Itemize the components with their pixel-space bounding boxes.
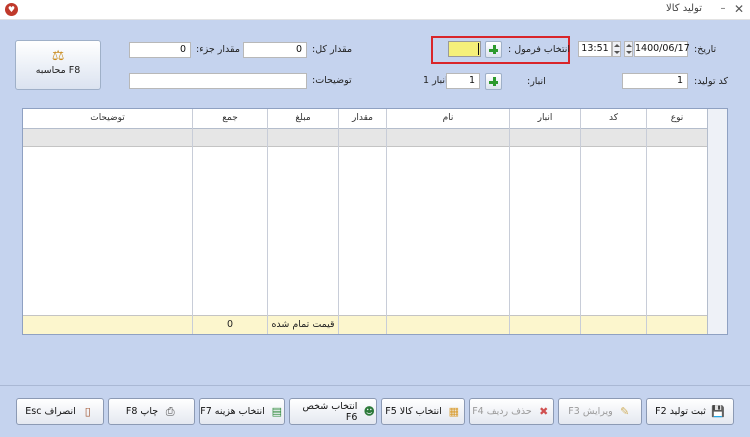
grid-filter-row[interactable] — [23, 129, 727, 147]
column-divider — [580, 109, 581, 334]
column-header-qty[interactable]: مقدار — [339, 113, 386, 123]
column-divider — [192, 109, 193, 334]
items-grid[interactable]: نوع کد انبار نام مقدار مبلغ جمع توضیحات … — [22, 108, 728, 335]
exit-door-icon: ▯ — [84, 404, 91, 418]
goods-add-icon: ▦ — [448, 404, 459, 418]
cost-price-label: قیمت تمام شده — [271, 319, 335, 330]
description-field[interactable] — [129, 73, 307, 89]
formula-field[interactable] — [448, 41, 481, 57]
time-field[interactable]: 13:51 — [578, 41, 612, 57]
delete-x-icon: ✖ — [539, 404, 549, 418]
column-header-total[interactable]: جمع — [193, 113, 267, 123]
save-production-button[interactable]: 💾 ثبت تولید F2 — [646, 398, 734, 425]
printer-icon: ⎙ — [165, 404, 175, 418]
column-header-code[interactable]: کد — [581, 113, 646, 123]
warehouse-field[interactable]: 1 — [446, 73, 480, 89]
column-divider — [267, 109, 268, 334]
select-goods-button[interactable]: ▦ انتخاب کالا F5 — [381, 398, 465, 425]
column-divider — [338, 109, 339, 334]
column-header-warehouse[interactable]: انبار — [510, 113, 580, 123]
production-code-field[interactable]: 1 — [622, 73, 688, 89]
select-cost-button[interactable]: ▤ انتخاب هزینه F7 — [199, 398, 285, 425]
column-divider — [386, 109, 387, 334]
part-qty-field[interactable]: 0 — [129, 42, 191, 58]
text-caret — [478, 43, 479, 55]
window-title: تولید کالا — [666, 3, 702, 14]
description-label: توضیحات: — [312, 75, 352, 86]
edit-button[interactable]: ✎ ویرایش F3 — [558, 398, 642, 425]
floppy-disk-icon: 💾 — [711, 404, 725, 418]
grid-row-selector — [707, 109, 727, 334]
scale-icon: ⚖ — [51, 48, 65, 64]
total-qty-label: مقدار کل: — [312, 44, 353, 55]
close-button[interactable]: ✕ — [732, 2, 746, 16]
column-header-description[interactable]: توضیحات — [23, 113, 192, 123]
time-spinner[interactable] — [612, 41, 621, 57]
warehouse-label: انبار: — [527, 76, 546, 87]
part-qty-label: مقدار جزء: — [196, 44, 240, 55]
total-sum-value: 0 — [226, 319, 234, 330]
app-logo-icon: ♥ — [5, 3, 18, 16]
pencil-icon: ✎ — [620, 404, 630, 418]
person-add-icon: ☻ — [363, 404, 375, 418]
print-button[interactable]: ⎙ چاپ F8 — [108, 398, 195, 425]
date-label: تاریخ: — [694, 44, 717, 55]
bottom-toolbar: 💾 ثبت تولید F2 ✎ ویرایش F3 ✖ حذف ردیف F4… — [0, 385, 750, 437]
date-spinner[interactable] — [624, 41, 633, 57]
minimize-button[interactable]: – — [716, 2, 730, 16]
column-divider — [509, 109, 510, 334]
production-code-label: کد تولید: — [694, 76, 729, 87]
column-header-amount[interactable]: مبلغ — [268, 113, 338, 123]
add-warehouse-button[interactable] — [485, 73, 502, 90]
column-header-name[interactable]: نام — [387, 113, 509, 123]
delete-row-button[interactable]: ✖ حذف ردیف F4 — [469, 398, 554, 425]
cost-add-icon: ▤ — [271, 404, 282, 418]
column-divider — [646, 109, 647, 334]
add-formula-button[interactable] — [485, 41, 502, 58]
date-field[interactable]: 1400/06/17 — [634, 41, 690, 57]
warehouse-name: انبار 1 — [423, 75, 448, 86]
calculate-button[interactable]: ⚖ محاسبه F8 — [15, 40, 101, 90]
select-person-button[interactable]: ☻ انتخاب شخص F6 — [289, 398, 377, 425]
production-window: ♥ تولید کالا – ✕ ⚖ محاسبه F8 0 مقدار جزء… — [0, 0, 750, 437]
title-bar: ♥ تولید کالا – ✕ — [0, 0, 750, 20]
column-header-type[interactable]: نوع — [647, 113, 707, 123]
cancel-button[interactable]: ▯ انصراف Esc — [16, 398, 104, 425]
formula-label: انتخاب فرمول : — [508, 44, 571, 55]
grid-footer — [23, 315, 727, 334]
total-qty-field[interactable]: 0 — [243, 42, 307, 58]
